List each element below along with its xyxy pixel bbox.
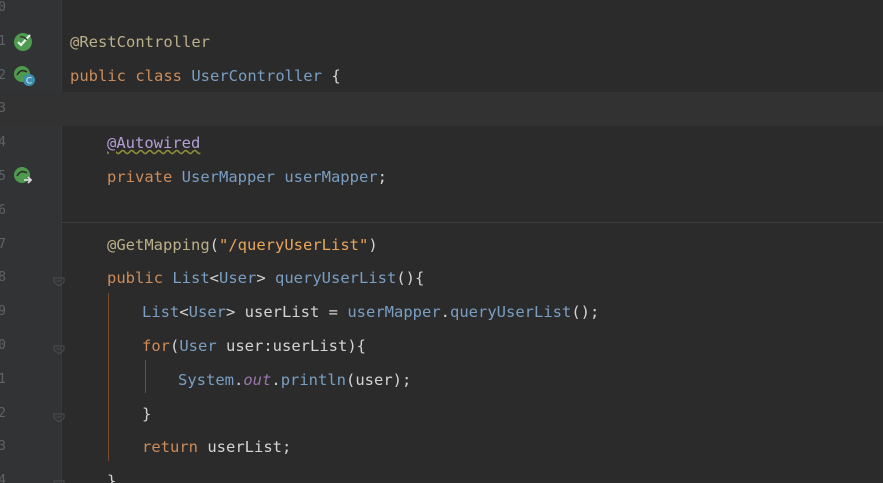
code-token: < (179, 303, 189, 322)
code-token: (); (571, 303, 600, 322)
code-lines[interactable]: 0 1 @RestController 2 public class UserContr… (0, 0, 883, 483)
code-line[interactable]: 3 return userList; (0, 430, 883, 464)
code-token: System (178, 370, 234, 389)
code-line[interactable]: 8 public List<User> queryUserList(){ (0, 261, 883, 295)
code-token: List (142, 303, 180, 322)
code-line[interactable]: 9 List<User> userList = userMapper.queryU… (0, 295, 883, 329)
code-token: UserMapper (181, 168, 285, 186)
line-number: 9 (0, 304, 6, 320)
code-token: ( (170, 337, 180, 355)
line-number: 1 (0, 371, 6, 387)
code-editor[interactable]: C 0 1 @RestController 2 public class UserCon… (0, 0, 883, 483)
code-token: = (328, 303, 348, 322)
code-line[interactable]: 1 System.out.println(user); (0, 363, 883, 397)
code-token: println (280, 370, 347, 389)
code-token: public (70, 66, 136, 85)
code-token: userList (244, 303, 329, 322)
line-number: 3 (0, 101, 6, 117)
line-number: 1 (0, 33, 6, 49)
code-token: userList (207, 438, 282, 457)
code-token: for (142, 337, 170, 355)
code-token: class (135, 66, 192, 85)
code-text[interactable]: private UserMapper userMapper; (107, 160, 387, 194)
code-token: } (142, 404, 152, 423)
code-token: . (440, 303, 451, 322)
code-token: (){ (396, 269, 425, 288)
code-token: return (142, 438, 208, 457)
code-token: queryUserList (450, 303, 572, 322)
code-token: (user); (346, 370, 412, 389)
indent-guide (145, 360, 146, 393)
code-line[interactable]: 2 public class UserController { (0, 59, 883, 93)
code-text[interactable]: return userList; (142, 430, 291, 464)
code-token: < (209, 269, 219, 288)
line-number: 2 (0, 405, 6, 421)
line-number: 4 (0, 473, 6, 483)
line-number: 0 (0, 338, 6, 353)
code-token: User (179, 337, 227, 355)
code-token: ( (209, 235, 219, 254)
code-token: @GetMapping (107, 235, 210, 254)
line-number: 4 (0, 135, 6, 151)
code-line[interactable]: 4} (0, 464, 883, 483)
line-number: 8 (0, 270, 6, 286)
code-token: "/queryUserList" (219, 235, 369, 254)
line-number: 3 (0, 439, 6, 455)
line-number: 7 (0, 236, 6, 252)
code-line[interactable]: 2} (0, 397, 883, 431)
code-line[interactable]: 3 (0, 92, 883, 127)
code-token: User (219, 269, 257, 288)
code-token: @RestController (70, 32, 210, 51)
code-line[interactable]: 4 @Autowired (0, 126, 883, 160)
code-token: UserController (191, 66, 332, 85)
code-text[interactable]: } (142, 397, 151, 431)
code-line[interactable]: 5 private UserMapper userMapper; (0, 160, 883, 194)
code-token: ; (377, 168, 387, 186)
code-token: userMapper (347, 303, 441, 322)
code-token: User (188, 303, 226, 322)
code-line[interactable]: 0 (0, 0, 883, 25)
code-token: @Autowired (107, 134, 201, 153)
code-text[interactable]: @Autowired (107, 126, 200, 160)
code-token: . (271, 370, 281, 389)
code-line[interactable]: 1 @RestController (0, 25, 883, 59)
code-token: List (172, 269, 210, 288)
code-token: > (256, 269, 275, 288)
code-token: ; (281, 438, 292, 457)
line-number: 5 (0, 169, 6, 184)
code-text[interactable]: List<User> userList = userMapper.queryUs… (142, 295, 599, 329)
code-token: . (234, 370, 244, 389)
code-token: queryUserList (275, 269, 397, 288)
line-number: 6 (0, 202, 6, 218)
code-line[interactable]: 0 for(User user:userList){ (0, 329, 883, 363)
code-text[interactable]: @GetMapping("/queryUserList") (107, 228, 378, 262)
indent-guide (108, 293, 109, 461)
code-text[interactable]: for(User user:userList){ (142, 329, 366, 363)
code-text[interactable]: } (107, 464, 116, 483)
code-token: private (107, 168, 182, 186)
code-text[interactable]: @RestController (70, 25, 210, 59)
line-number: 0 (0, 0, 6, 15)
code-token: > (226, 303, 245, 322)
code-token: out (243, 370, 272, 389)
code-token: ){ (347, 337, 367, 355)
code-token: userMapper (284, 168, 378, 186)
code-text[interactable]: public List<User> queryUserList(){ (107, 261, 424, 295)
code-token: ) (368, 235, 378, 254)
code-text[interactable]: public class UserController { (70, 59, 341, 93)
line-number: 2 (0, 67, 6, 83)
code-line[interactable]: 7 @GetMapping("/queryUserList") (0, 228, 883, 262)
code-token: } (107, 472, 117, 483)
code-token: { (331, 66, 341, 85)
code-token: public (107, 269, 173, 288)
code-token: user:userList (226, 337, 348, 355)
code-text[interactable]: System.out.println(user); (178, 363, 411, 397)
method-separator (62, 222, 883, 223)
